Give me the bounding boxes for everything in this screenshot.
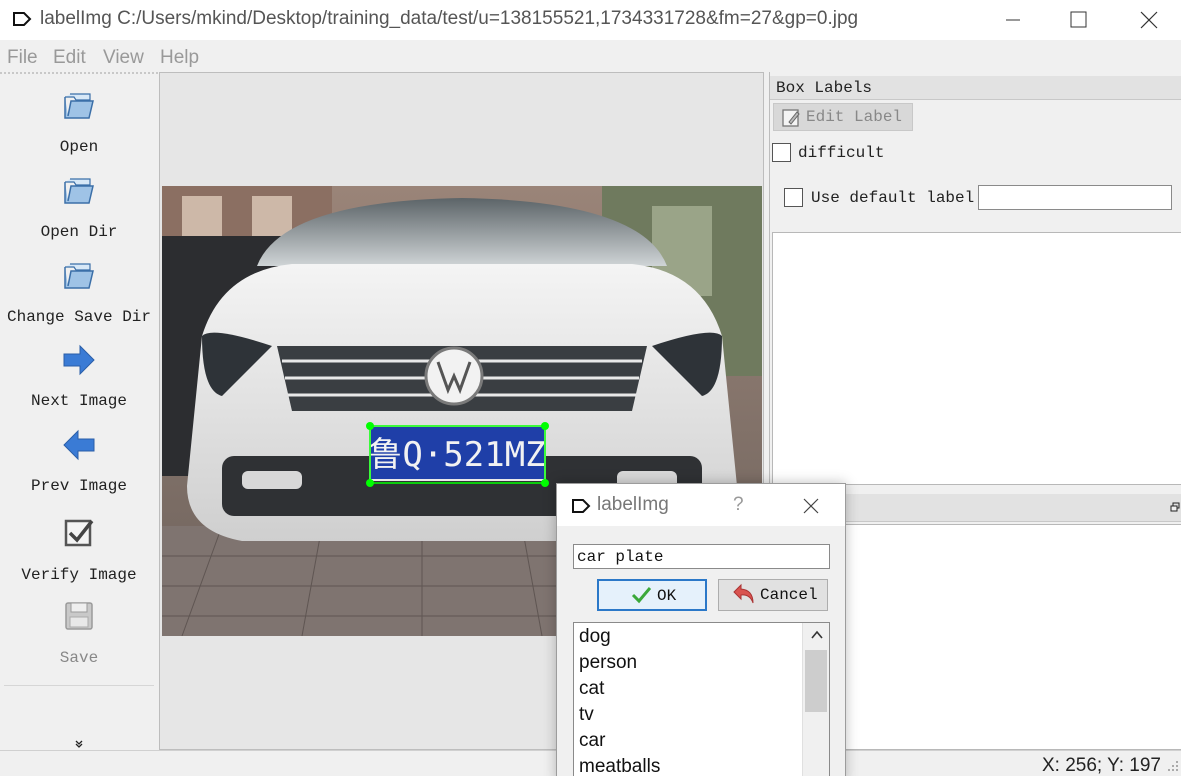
cursor-coordinates: X: 256; Y: 197 [1041,755,1161,776]
change-save-dir-label: Change Save Dir [6,308,152,326]
box-labels-list[interactable] [772,232,1181,485]
verify-image-button[interactable]: Verify Image [0,516,158,586]
edit-label-button[interactable]: Edit Label [773,103,913,131]
minimize-icon [1006,19,1020,21]
use-default-label-checkbox[interactable] [784,188,803,207]
open-dir-label: Open Dir [40,223,118,241]
label-tag-icon [572,499,591,513]
scrollbar-thumb[interactable] [805,650,827,712]
use-default-label-text: Use default label [811,189,975,207]
dialog-title: labelImg [597,494,669,515]
cancel-button[interactable]: Cancel [718,579,828,611]
dialog-titlebar: labelImg ? [557,484,845,526]
menu-help[interactable]: Help [160,47,199,69]
resize-grip-icon[interactable] [1167,759,1179,773]
label-name-input[interactable]: car plate [573,544,830,569]
plate-text: 鲁Q·521MZ [368,435,545,475]
toolbar-divider [4,685,154,686]
prev-image-label: Prev Image [30,477,127,495]
folder-open-icon [64,93,94,119]
box-handle [366,422,374,430]
open-dir-button[interactable]: Open Dir [0,173,158,243]
list-item[interactable]: tv [579,704,594,726]
checkmark-icon [631,587,651,604]
default-label-input[interactable] [978,185,1172,210]
menu-edit[interactable]: Edit [53,47,86,69]
open-button[interactable]: Open [0,88,158,158]
list-item[interactable]: cat [579,678,604,700]
box-handle [541,422,549,430]
window-title: labelImg C:/Users/mkind/Desktop/training… [40,8,859,29]
window-titlebar: labelImg C:/Users/mkind/Desktop/training… [0,0,1181,40]
dialog-help-button[interactable]: ? [733,494,744,516]
save-button[interactable]: Save [0,599,158,669]
menu-file[interactable]: File [7,47,38,69]
prev-image-button[interactable]: Prev Image [0,428,158,498]
chevron-up-icon[interactable] [810,629,824,641]
edit-label-text: Edit Label [806,108,903,126]
edit-pencil-icon [782,109,800,127]
next-image-button[interactable]: Next Image [0,343,158,413]
list-item[interactable]: car [579,730,605,752]
list-item[interactable]: meatballs [579,756,660,776]
float-dock-icon[interactable] [1170,502,1180,515]
cancel-label: Cancel [760,586,818,604]
label-history-list[interactable]: dog person cat tv car meatballs [573,622,830,776]
arrow-right-icon [63,344,95,376]
list-item[interactable]: dog [579,626,611,648]
close-icon [1140,11,1158,29]
difficult-label: difficult [798,144,885,162]
minimize-button[interactable] [995,6,1031,34]
menu-bar: File Edit View Help [0,40,1181,72]
maximize-icon [1070,11,1087,28]
dialog-close-icon[interactable] [801,496,821,516]
label-dialog: labelImg ? car plate OK Cancel dog perso… [556,483,846,776]
change-save-dir-button[interactable]: Change Save Dir [0,258,158,328]
close-button[interactable] [1131,6,1167,34]
undo-arrow-icon [733,583,754,604]
box-handle [541,479,549,487]
ok-label: OK [657,587,677,605]
next-image-label: Next Image [30,392,127,410]
list-item[interactable]: person [579,652,637,674]
save-label: Save [59,649,99,667]
folder-open-icon [64,263,94,289]
box-labels-header: Box Labels [770,76,1181,100]
label-tag-icon [13,12,32,26]
ok-button[interactable]: OK [597,579,707,611]
menu-view[interactable]: View [103,47,144,69]
floppy-disk-icon [65,602,93,630]
verify-image-label: Verify Image [21,566,137,584]
list-scrollbar[interactable] [802,623,829,776]
checkbox-icon [64,519,94,547]
open-label: Open [59,138,99,156]
maximize-button[interactable] [1060,6,1096,34]
folder-open-icon [64,178,94,204]
arrow-left-icon [63,429,95,461]
box-handle [366,479,374,487]
difficult-checkbox[interactable] [772,143,791,162]
left-toolbar: Open Open Dir Change Save Dir Next Image… [0,72,158,750]
